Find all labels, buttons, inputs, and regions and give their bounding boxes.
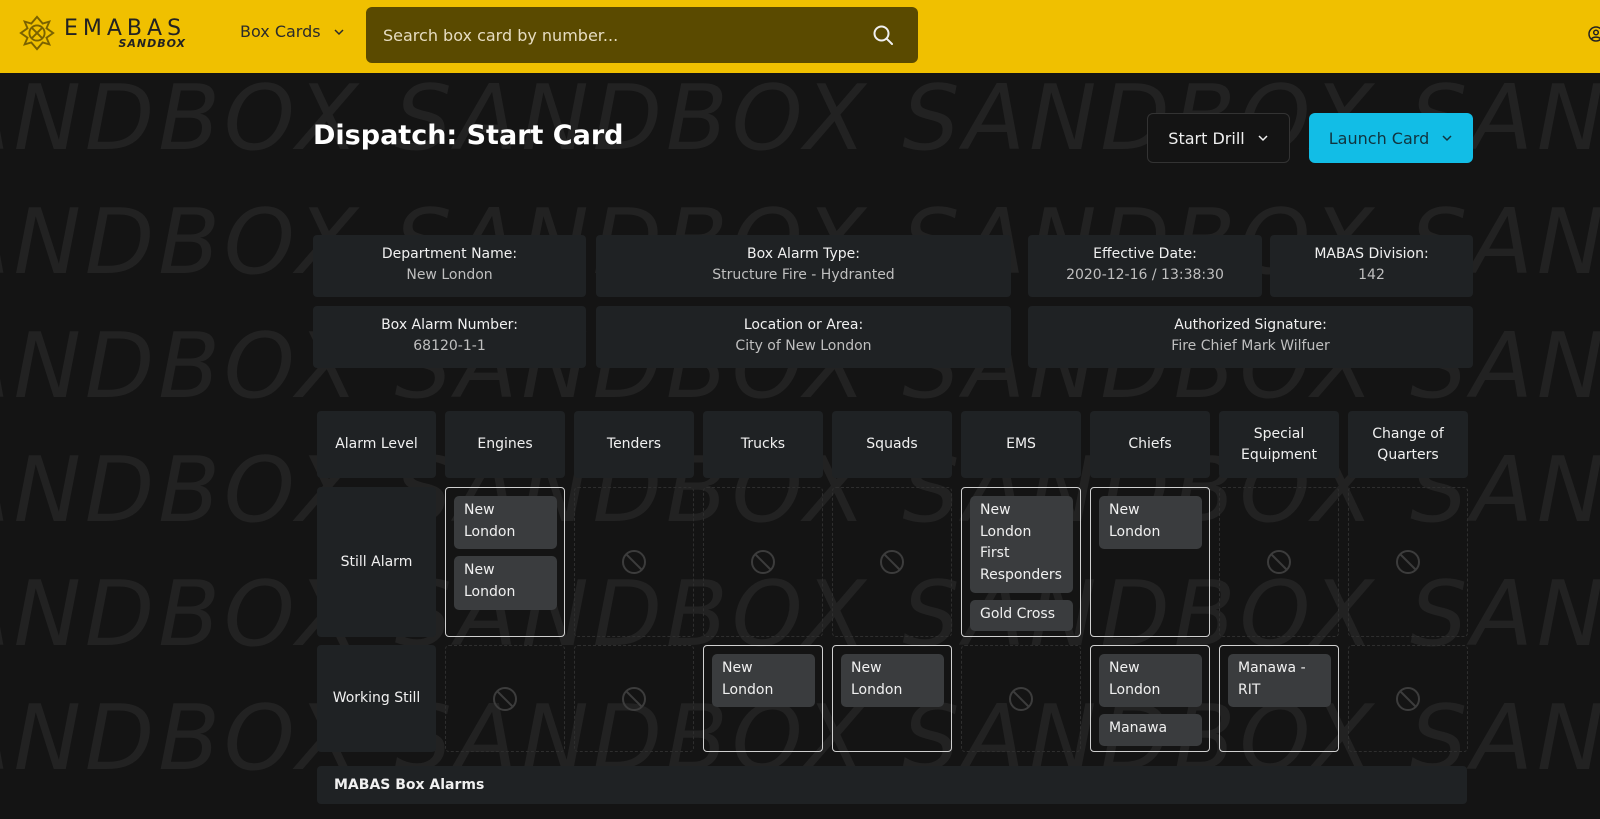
section-title: MABAS Box Alarms [334, 777, 485, 793]
not-allowed-icon [622, 550, 646, 574]
column-header: Trucks [703, 411, 823, 478]
column-header: Engines [445, 411, 565, 478]
unit-chip[interactable]: Manawa - RIT [1228, 654, 1331, 708]
box-alarm-number-value: 68120-1-1 [413, 338, 486, 354]
not-allowed-icon [493, 686, 517, 711]
empty-assignment-cell[interactable] [445, 645, 565, 752]
not-allowed-icon [1396, 686, 1420, 711]
box-alarm-type-label: Box Alarm Type: [747, 246, 860, 262]
chevron-down-icon [1442, 135, 1452, 142]
unit-chip[interactable]: Gold Cross [970, 599, 1073, 632]
empty-assignment-cell[interactable] [574, 487, 694, 637]
box-alarm-type-card: Box Alarm Type: Structure Fire - Hydrant… [596, 235, 1011, 297]
authorized-signature-value: Fire Chief Mark Wilfuer [1171, 338, 1330, 354]
assignment-cell[interactable]: New London New London [445, 487, 565, 637]
column-header: Change of Quarters [1348, 411, 1468, 478]
department-name-label: Department Name: [381, 246, 518, 262]
mabas-division-label: MABAS Division: [1314, 246, 1429, 262]
alarm-level-label: Working Still [317, 645, 436, 752]
not-allowed-icon [1009, 686, 1033, 711]
alarm-level-label: Still Alarm [317, 487, 436, 637]
department-name-value: New London [406, 267, 493, 283]
maltese-cross-icon [19, 15, 55, 51]
unit-chip[interactable]: New London [1099, 654, 1202, 708]
unit-chip[interactable]: Manawa [1099, 714, 1202, 747]
app-logo[interactable]: EMABAS SANDBOX [18, 14, 186, 52]
mabas-box-alarms-section[interactable]: MABAS Box Alarms [317, 766, 1467, 804]
search-bar [366, 7, 918, 63]
box-cards-label: Box Cards [240, 22, 321, 41]
assignment-cell[interactable]: New London [832, 645, 952, 752]
not-allowed-icon [880, 550, 904, 574]
mabas-division-value: 142 [1358, 267, 1385, 283]
empty-assignment-cell[interactable] [574, 645, 694, 752]
assignment-cell[interactable]: New London First Responders Gold Cross [961, 487, 1081, 637]
empty-assignment-cell[interactable] [703, 487, 823, 637]
unit-chip[interactable]: New London First Responders [970, 496, 1073, 593]
box-alarm-number-card: Box Alarm Number: 68120-1-1 [313, 306, 586, 368]
launch-card-label: Launch Card [1328, 128, 1430, 148]
chevron-down-icon [1258, 135, 1268, 142]
assignment-cell[interactable]: New London [1090, 487, 1210, 637]
authorized-signature-card: Authorized Signature: Fire Chief Mark Wi… [1028, 306, 1473, 368]
search-icon[interactable] [872, 24, 894, 46]
effective-date-value: 2020-12-16 / 13:38:30 [1066, 267, 1224, 283]
start-drill-button[interactable]: Start Drill [1147, 113, 1290, 163]
unit-chip[interactable]: New London [454, 556, 557, 610]
mabas-division-card: MABAS Division: 142 [1270, 235, 1473, 297]
location-label: Location or Area: [743, 317, 864, 333]
chevron-down-icon [334, 28, 344, 35]
not-allowed-icon [1267, 550, 1291, 574]
empty-assignment-cell[interactable] [961, 645, 1081, 752]
column-header: Special Equipment [1219, 411, 1339, 478]
box-cards-menu[interactable]: Box Cards [240, 22, 345, 41]
not-allowed-icon [622, 686, 646, 711]
not-allowed-icon [1396, 550, 1420, 574]
assignment-cell[interactable]: New London Manawa [1090, 645, 1210, 752]
location-card: Location or Area: City of New London [596, 306, 1011, 368]
column-header: Squads [832, 411, 952, 478]
empty-assignment-cell[interactable] [1348, 645, 1468, 752]
page-title: Dispatch: Start Card [313, 120, 624, 151]
top-navigation-bar: EMABAS SANDBOX Box Cards [0, 0, 1600, 73]
column-header: Chiefs [1090, 411, 1210, 478]
user-account-icon[interactable] [1588, 26, 1600, 42]
unit-chip[interactable]: New London [1099, 496, 1202, 550]
assignment-cell[interactable]: Manawa - RIT [1219, 645, 1339, 752]
assignment-cell[interactable]: New London [703, 645, 823, 752]
effective-date-label: Effective Date: [1093, 246, 1197, 262]
start-drill-label: Start Drill [1168, 128, 1245, 148]
box-alarm-type-value: Structure Fire - Hydranted [712, 267, 895, 283]
column-header: EMS [961, 411, 1081, 478]
empty-assignment-cell[interactable] [832, 487, 952, 637]
column-header: Tenders [574, 411, 694, 478]
unit-chip[interactable]: New London [841, 654, 944, 708]
unit-chip[interactable]: New London [712, 654, 815, 708]
launch-card-button[interactable]: Launch Card [1309, 113, 1473, 163]
authorized-signature-label: Authorized Signature: [1174, 317, 1327, 333]
search-input[interactable] [366, 7, 846, 63]
effective-date-card: Effective Date: 2020-12-16 / 13:38:30 [1028, 235, 1262, 297]
department-name-card: Department Name: New London [313, 235, 586, 297]
not-allowed-icon [751, 550, 775, 574]
empty-assignment-cell[interactable] [1348, 487, 1468, 637]
location-value: City of New London [735, 338, 872, 354]
box-alarm-number-label: Box Alarm Number: [381, 317, 518, 333]
column-header: Alarm Level [317, 411, 436, 478]
unit-chip[interactable]: New London [454, 496, 557, 550]
empty-assignment-cell[interactable] [1219, 487, 1339, 637]
